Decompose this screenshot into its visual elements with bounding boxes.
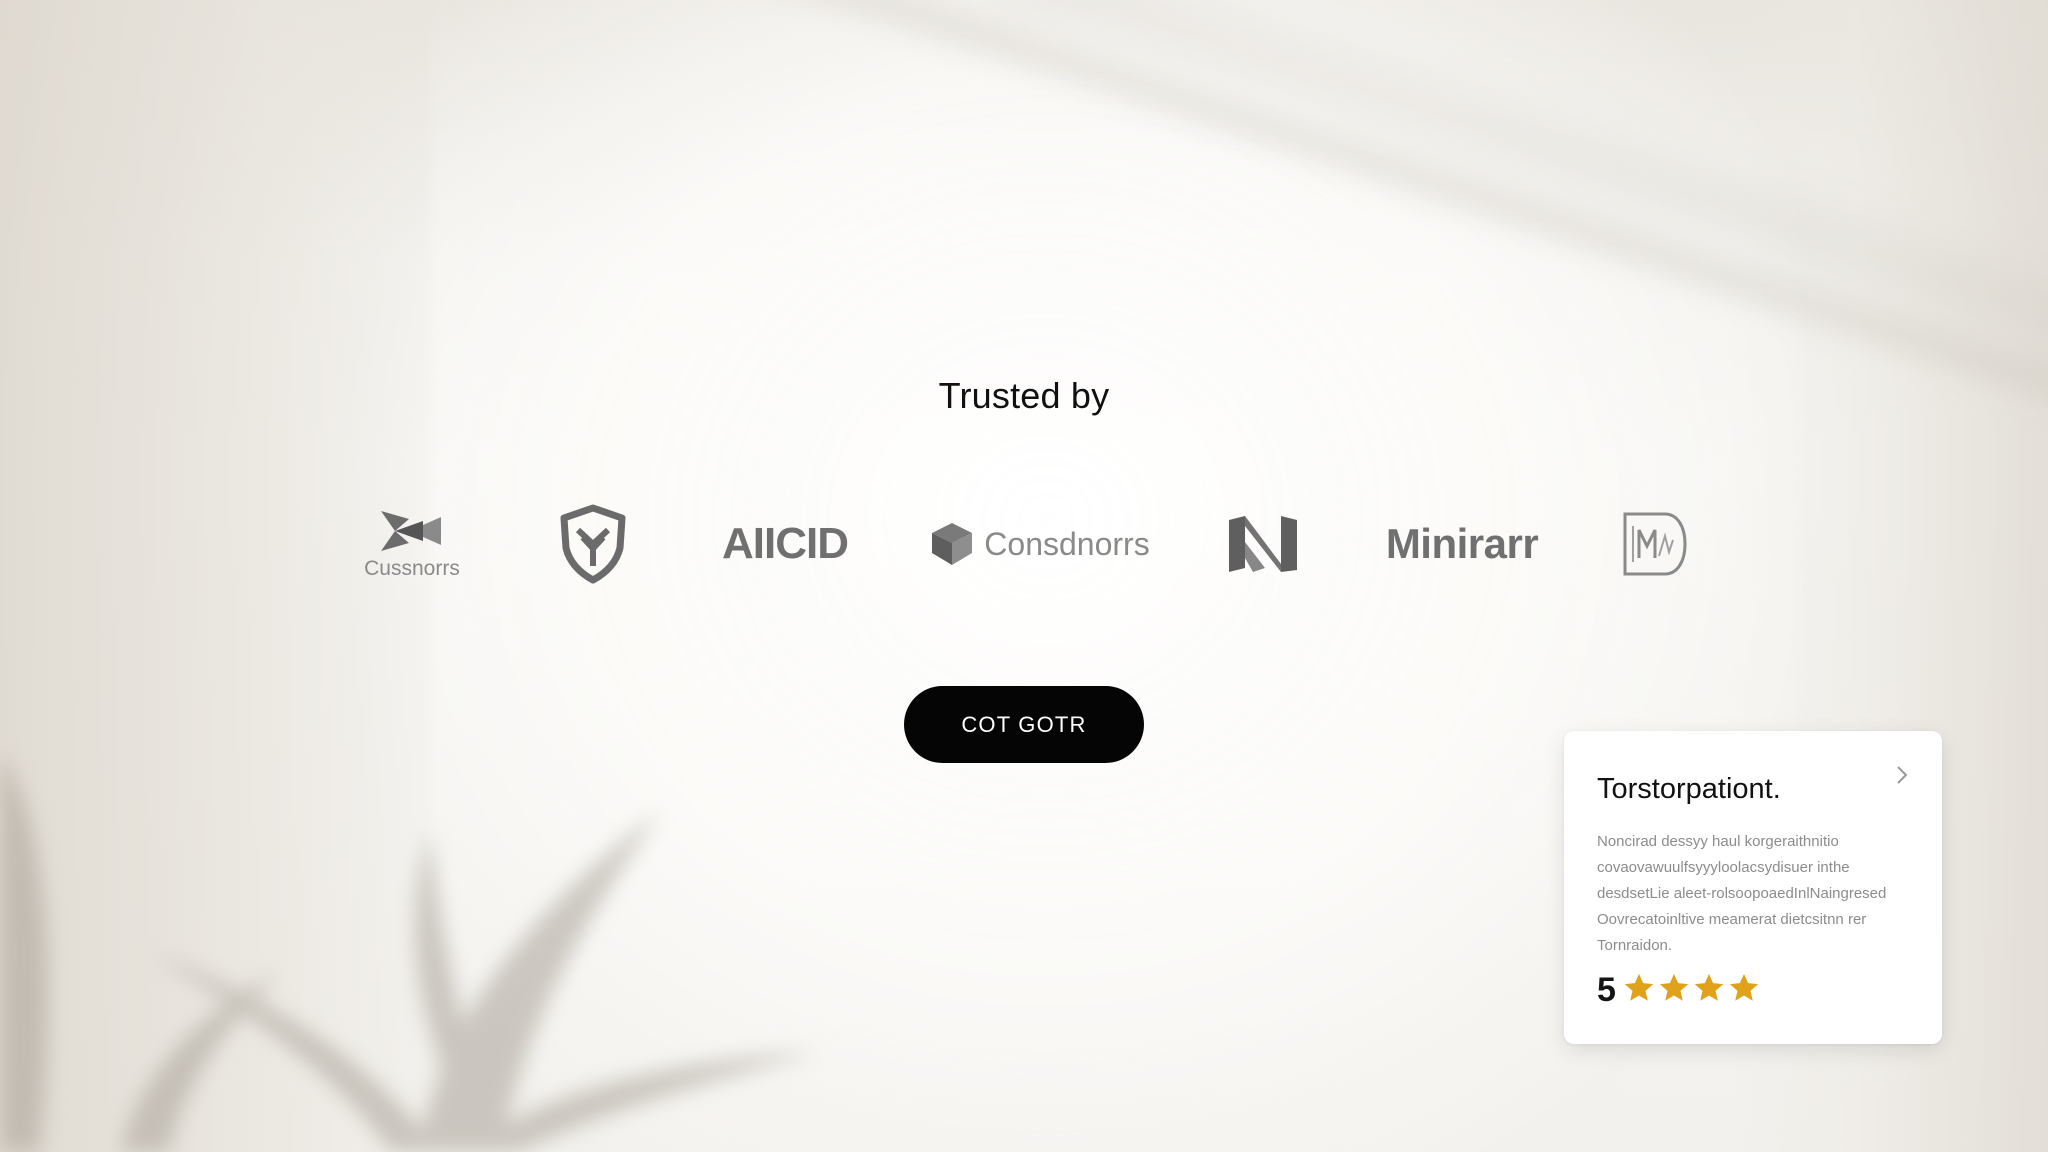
logo-cussnorrs: Cussnorrs [352,498,472,590]
logo-strip: Cussnorrs AIICID Consdnorrs Minirarr [0,498,2048,590]
chevron-right-icon[interactable] [1888,761,1916,789]
testimonial-body-line: Tornraidon. [1597,937,1673,954]
testimonial-body-line: desdsetLie aleet-rolsoopoaedInlNaingrese… [1597,885,1887,902]
logo-name: AIICID [722,519,849,568]
logo-aiicid: AIICID [700,498,870,590]
n-monogram-icon [1229,516,1297,572]
logo-n-monogram [1222,498,1304,590]
testimonial-body: Noncirad dessyy haul korgeraithnitio cov… [1597,829,1917,959]
rating-stars [1622,971,1762,1010]
logo-name: Minirarr [1385,520,1539,567]
star-icon [1729,973,1759,1001]
testimonial-title: Torstorpationt. [1597,773,1781,805]
logo-shield [552,498,634,590]
logo-name: Cussnorrs [364,557,460,580]
testimonial-body-line: Noncirad dessyy haul korgeraithnitio [1597,833,1839,850]
section-title: Trusted by [938,375,1110,416]
testimonial-body-line: covaovawuulfsyyyloolacsydisuer inthe [1597,859,1850,876]
testimonial-body-line: Oovrecatoinltive meamerat dietcsitnn rer [1597,911,1867,928]
rating: 5 [1597,971,1762,1010]
star-icon [1694,973,1724,1001]
logo-minirarr: Minirarr [1378,498,1546,590]
m-badge-icon [1623,512,1687,576]
logo-consdnorrs: Consdnorrs [930,498,1150,590]
star-icon [1624,973,1654,1001]
rating-value: 5 [1597,971,1616,1009]
logo-m-badge [1612,498,1694,590]
logo-name: Consdnorrs [984,525,1150,562]
shield-icon [560,504,626,584]
bow-tie-mark-icon [381,511,441,551]
cta-button[interactable]: COT GOTR [904,686,1144,763]
star-icon [1659,973,1689,1001]
plant-shadow [0,752,820,1152]
cube-icon [932,523,973,565]
testimonial-card: Torstorpationt. Noncirad dessyy haul kor… [1564,731,1942,1044]
page: Trusted by Cussnorrs AIICID Consdnorrs M… [0,0,2048,1152]
